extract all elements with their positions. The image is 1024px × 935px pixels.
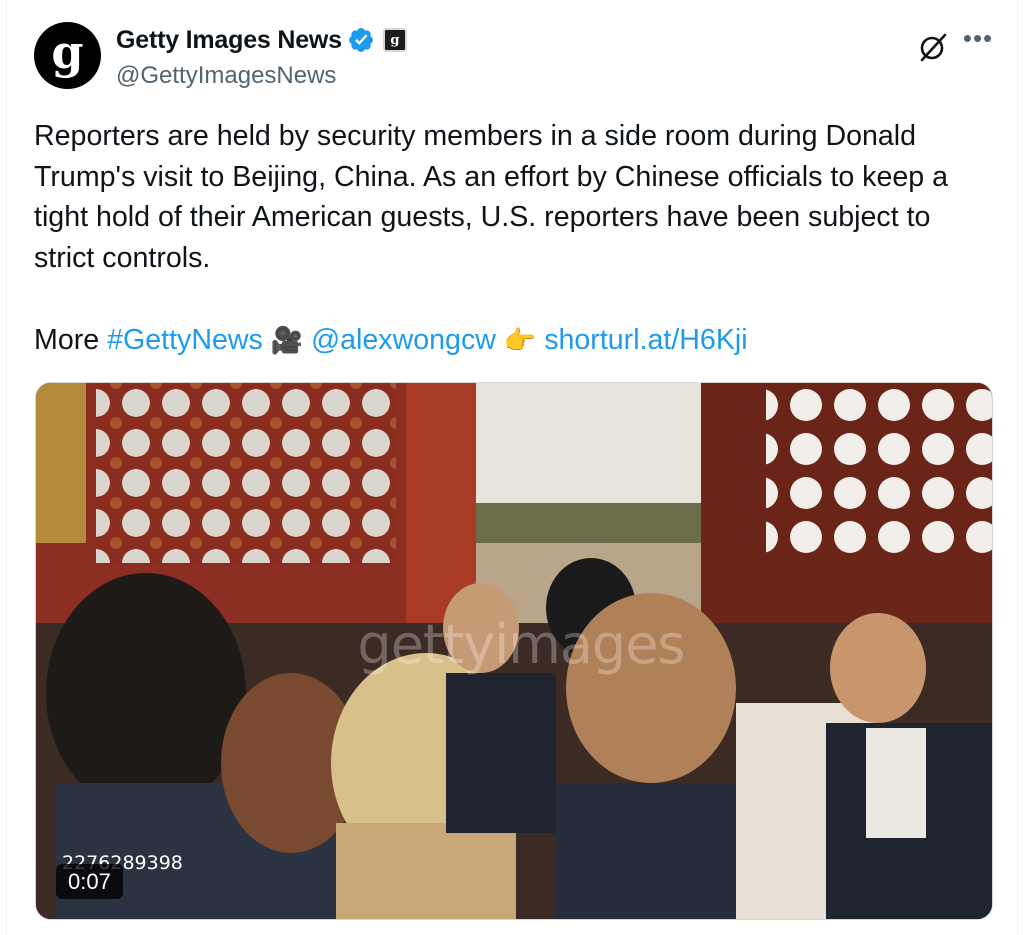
avatar[interactable]: g xyxy=(34,22,101,89)
name-row: Getty Images News g xyxy=(116,24,407,56)
pointing-hand-emoji-icon: 👉 xyxy=(503,326,537,356)
grok-icon[interactable] xyxy=(916,30,950,64)
handle[interactable]: @GettyImagesNews xyxy=(116,62,407,90)
more-label: More xyxy=(34,324,100,356)
tweet-links-line: More #GettyNews 🎥 @alexwongcw 👉 shorturl… xyxy=(34,320,994,361)
hashtag-link[interactable]: #GettyNews xyxy=(107,324,263,356)
tweet-text-paragraph: Reporters are held by security members i… xyxy=(34,120,956,274)
verified-badge-icon[interactable] xyxy=(347,26,375,54)
affiliate-badge-icon[interactable]: g xyxy=(382,28,407,52)
mention-link[interactable]: @alexwongcw xyxy=(311,324,496,356)
short-url-link[interactable]: shorturl.at/H6Kji xyxy=(544,324,747,356)
camera-emoji-icon: 🎥 xyxy=(270,326,304,356)
display-name[interactable]: Getty Images News xyxy=(116,26,342,55)
video-player[interactable]: gettyimages xyxy=(35,382,993,920)
author-names: Getty Images News g @GettyImagesNews xyxy=(116,24,407,90)
tweet-text: Reporters are held by security members i… xyxy=(34,116,994,278)
video-watermark: gettyimages xyxy=(357,613,685,676)
tweet-header: g Getty Images News g @GettyImagesNews •… xyxy=(34,22,994,90)
more-icon[interactable]: ••• xyxy=(962,25,994,60)
video-duration-badge: 0:07 xyxy=(56,864,123,899)
